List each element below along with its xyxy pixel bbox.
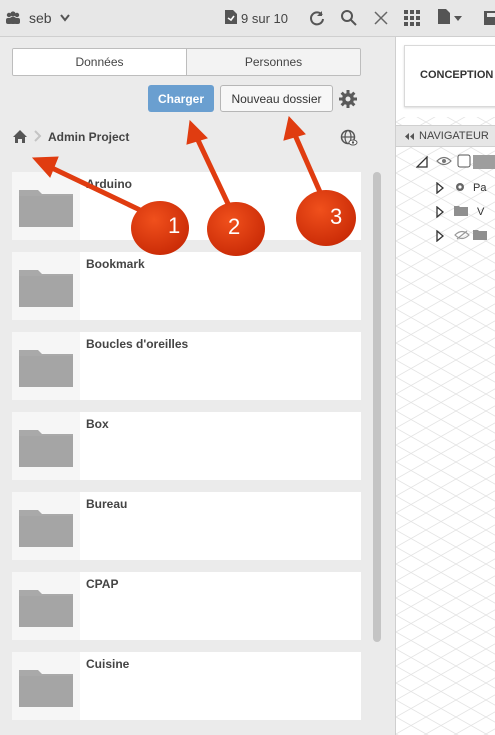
folder-icon bbox=[19, 430, 73, 467]
expand-triangle-icon bbox=[436, 206, 444, 218]
folder-thumbnail bbox=[12, 412, 80, 480]
expand-triangle-icon bbox=[416, 156, 428, 168]
job-status-text: 9 sur 10 bbox=[241, 10, 288, 26]
annotation-number-3: 3 bbox=[330, 204, 343, 229]
gear-icon bbox=[454, 181, 466, 196]
folder-icon bbox=[19, 670, 73, 707]
list-item[interactable]: Cuisine bbox=[12, 652, 361, 720]
data-panel: Données Personnes Charger Nouveau dossie… bbox=[0, 37, 395, 735]
tab-people[interactable]: Personnes bbox=[186, 49, 360, 75]
browser-item[interactable]: V bbox=[436, 203, 484, 221]
folder-thumbnail bbox=[12, 572, 80, 640]
file-icon bbox=[437, 8, 451, 28]
chevron-down-icon bbox=[59, 11, 70, 25]
scrollbar[interactable] bbox=[373, 172, 381, 642]
folder-icon bbox=[19, 510, 73, 547]
browser-item[interactable]: Pa bbox=[436, 179, 486, 197]
team-switcher[interactable]: seb bbox=[5, 0, 70, 36]
team-icon bbox=[5, 11, 21, 25]
expand-triangle-icon bbox=[436, 182, 444, 194]
browser-item-label: V bbox=[477, 206, 485, 218]
folder-thumbnail bbox=[12, 492, 80, 560]
folder-icon bbox=[19, 190, 73, 227]
folder-icon bbox=[19, 270, 73, 307]
navigator-label: NAVIGATEUR bbox=[419, 130, 489, 142]
globe-icon[interactable] bbox=[340, 129, 358, 150]
folder-icon bbox=[473, 229, 487, 243]
annotation-number-2: 2 bbox=[228, 214, 241, 239]
list-item[interactable]: Bureau bbox=[12, 492, 361, 560]
gear-icon[interactable] bbox=[339, 90, 357, 111]
chevron-right-icon bbox=[34, 129, 42, 145]
folder-icon bbox=[19, 590, 73, 627]
folder-thumbnail bbox=[12, 172, 80, 240]
annotation-number-1: 1 bbox=[168, 213, 181, 238]
home-icon[interactable] bbox=[12, 129, 28, 145]
folder-name: Box bbox=[86, 417, 109, 431]
browser-item[interactable] bbox=[436, 227, 487, 245]
folder-icon bbox=[19, 350, 73, 387]
browser-panel: NAVIGATEUR bbox=[396, 125, 495, 147]
grid-icon[interactable] bbox=[404, 0, 420, 36]
refresh-icon[interactable] bbox=[308, 0, 326, 36]
upload-button[interactable]: Charger bbox=[148, 85, 214, 112]
document-status-icon bbox=[224, 9, 238, 28]
design-canvas[interactable]: CONCEPTION NAVIGATEUR Pa V bbox=[396, 37, 495, 735]
list-item[interactable]: Bookmark bbox=[12, 252, 361, 320]
job-status[interactable]: 9 sur 10 bbox=[224, 0, 288, 36]
panel-tabs: Données Personnes bbox=[12, 48, 361, 76]
top-bar: seb 9 sur 10 bbox=[0, 0, 495, 37]
folder-icon bbox=[454, 205, 468, 219]
folder-name: Bureau bbox=[86, 497, 128, 511]
folder-thumbnail bbox=[12, 252, 80, 320]
save-icon[interactable] bbox=[484, 0, 495, 36]
browser-item-label: Pa bbox=[473, 182, 487, 194]
folder-thumbnail bbox=[12, 652, 80, 720]
new-folder-button[interactable]: Nouveau dossier bbox=[220, 85, 333, 112]
folder-name: CPAP bbox=[86, 577, 119, 591]
expand-triangle-icon bbox=[436, 230, 444, 242]
folder-name: Bookmark bbox=[86, 257, 145, 271]
eye-icon[interactable] bbox=[436, 155, 452, 169]
list-item[interactable]: Box bbox=[12, 412, 361, 480]
search-icon[interactable] bbox=[340, 0, 358, 36]
list-item[interactable]: Boucles d'oreilles bbox=[12, 332, 361, 400]
list-item[interactable]: Arduino bbox=[12, 172, 361, 240]
component-icon bbox=[457, 154, 471, 171]
workspace-label: CONCEPTION bbox=[420, 69, 494, 81]
folder-name: Boucles d'oreilles bbox=[86, 337, 189, 351]
close-icon[interactable] bbox=[373, 0, 389, 36]
browser-root-row[interactable] bbox=[416, 153, 495, 171]
file-menu[interactable] bbox=[437, 0, 462, 36]
folder-thumbnail bbox=[12, 332, 80, 400]
breadcrumb: Admin Project bbox=[12, 127, 129, 147]
tab-data[interactable]: Données bbox=[13, 49, 186, 75]
folder-name: Cuisine bbox=[86, 657, 130, 671]
list-item[interactable]: CPAP bbox=[12, 572, 361, 640]
eye-hidden-icon[interactable] bbox=[454, 229, 470, 243]
chevron-down-icon bbox=[454, 11, 462, 25]
folder-name: Arduino bbox=[86, 177, 132, 191]
team-name: seb bbox=[29, 10, 52, 26]
collapse-icon[interactable] bbox=[405, 129, 414, 143]
root-name-box bbox=[473, 155, 495, 169]
breadcrumb-project[interactable]: Admin Project bbox=[48, 130, 129, 144]
workspace-switcher[interactable]: CONCEPTION bbox=[404, 45, 495, 107]
